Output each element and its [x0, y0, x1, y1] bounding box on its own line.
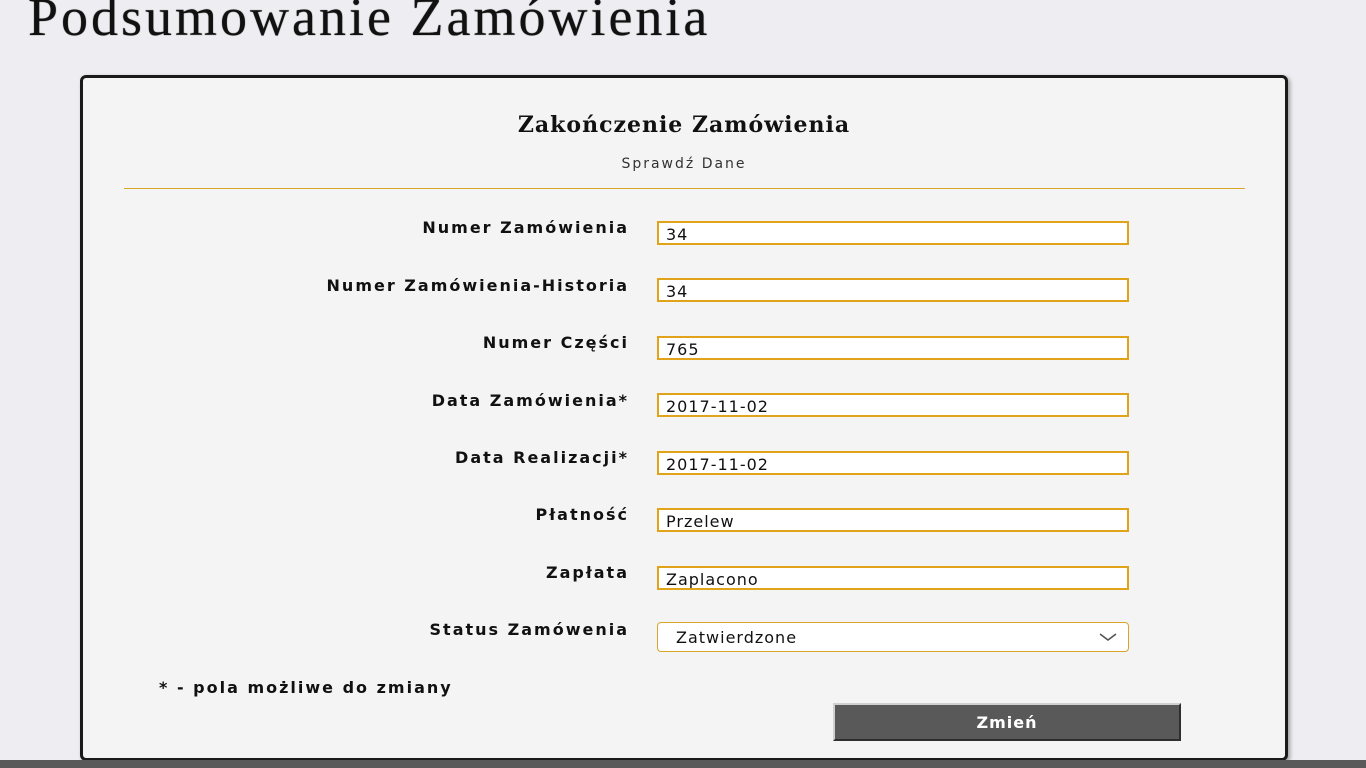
label-order-status: Status Zamówenia	[429, 620, 629, 639]
editable-fields-note: * - pola możliwe do zmiany	[159, 678, 453, 697]
order-status-select[interactable]: Zatwierdzone	[657, 622, 1129, 652]
form-heading: Zakończenie Zamówienia	[517, 112, 851, 138]
label-completion-date: Data Realizacji*	[455, 448, 629, 467]
payment-method-field[interactable]	[657, 508, 1129, 532]
completion-date-field[interactable]	[657, 451, 1129, 475]
change-button[interactable]: Zmień	[833, 703, 1181, 741]
label-part-number: Numer Części	[482, 333, 629, 352]
form-subheading: Sprawdź Dane	[621, 156, 747, 172]
bottom-bar	[0, 760, 1366, 768]
label-order-history-number: Numer Zamówienia-Historia	[326, 276, 629, 295]
label-order-number: Numer Zamówienia	[422, 218, 629, 237]
order-history-number-field[interactable]	[657, 278, 1129, 302]
order-number-field[interactable]	[657, 221, 1129, 245]
label-payment-method: Płatność	[535, 505, 629, 524]
order-date-field[interactable]	[657, 393, 1129, 417]
part-number-field[interactable]	[657, 336, 1129, 360]
label-order-date: Data Zamówienia*	[431, 391, 629, 410]
label-payment-status: Zapłata	[545, 563, 629, 582]
order-summary-panel: Zakończenie Zamówienia Sprawdź Dane Nume…	[80, 75, 1288, 761]
page-title: Podsumowanie Zamówienia	[28, 0, 711, 47]
payment-status-field[interactable]	[657, 566, 1129, 590]
chevron-down-icon	[1099, 633, 1117, 641]
divider	[124, 188, 1245, 189]
order-status-selected: Zatwierdzone	[676, 628, 798, 647]
